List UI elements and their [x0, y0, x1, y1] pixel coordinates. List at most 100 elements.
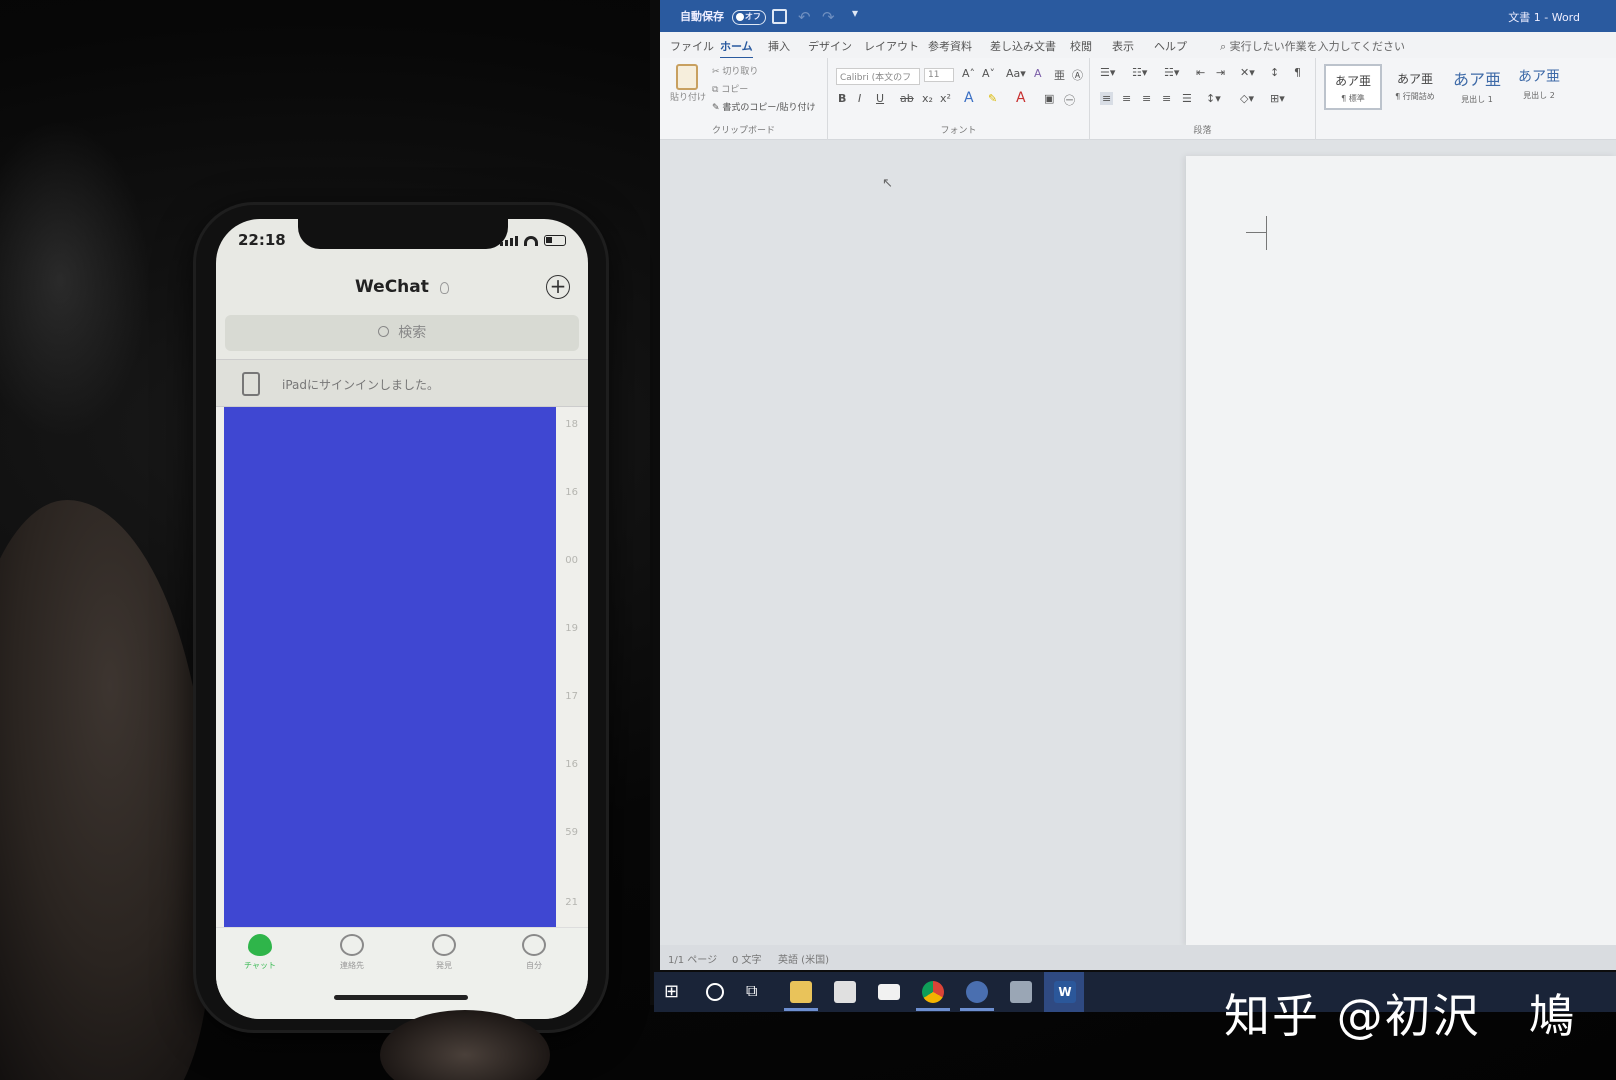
font-color-icon[interactable]: A [1016, 90, 1026, 106]
phonetic-icon[interactable]: 亜 [1054, 67, 1065, 83]
chrome-icon[interactable] [922, 981, 944, 1003]
tab-mailings[interactable]: 差し込み文書 [990, 38, 1056, 54]
align-left-icon[interactable]: ≡ [1100, 92, 1114, 105]
document-page[interactable] [1186, 156, 1616, 946]
redaction-block [224, 407, 556, 927]
underline-icon[interactable]: U [876, 92, 884, 105]
save-icon[interactable] [772, 9, 787, 24]
line-spacing-icon[interactable]: ↕▾ [1206, 92, 1221, 105]
tab-me[interactable]: 自分 [504, 934, 564, 971]
copy-button[interactable]: ⧉ コピー [712, 82, 748, 95]
chat-time: 19 [565, 623, 578, 634]
phone-screen: 22:18 WeChat + 検索 iPadにサインインしました。 18 16 … [216, 219, 588, 1019]
italic-icon[interactable]: I [858, 92, 861, 105]
style-heading-1[interactable]: あア亜 見出し 1 [1448, 64, 1506, 110]
highlight-icon[interactable]: ✎ [988, 92, 997, 105]
distributed-icon[interactable]: ☰ [1182, 92, 1192, 105]
increase-indent-icon[interactable]: ⇥ [1216, 66, 1225, 79]
language-status[interactable]: 英語 (米国) [778, 951, 829, 966]
asian-layout-icon[interactable]: ✕▾ [1240, 66, 1255, 79]
text-cursor [1266, 216, 1267, 250]
format-painter-button[interactable]: ✎ 書式のコピー/貼り付け [712, 100, 815, 113]
page-count[interactable]: 1/1 ページ [668, 951, 717, 966]
windows-start-icon[interactable]: ⊞ [664, 981, 686, 1003]
autosave-toggle[interactable]: 自動保存 オフ [680, 8, 766, 25]
fill-color-icon[interactable]: ◇▾ [1240, 92, 1254, 105]
align-center-icon[interactable]: ≡ [1122, 92, 1131, 105]
chat-time: 21 [565, 897, 578, 908]
multilevel-list-icon[interactable]: ☵▾ [1164, 66, 1179, 79]
search-icon [377, 325, 389, 337]
sort-icon[interactable]: ↕ [1270, 66, 1279, 79]
tab-help[interactable]: ヘルプ [1154, 38, 1187, 54]
redo-icon[interactable]: ↷ [822, 8, 835, 26]
cortana-icon[interactable] [706, 983, 724, 1001]
word-icon[interactable]: W [1054, 981, 1076, 1003]
subscript-icon[interactable]: x₂ [922, 92, 933, 105]
copy-icon: ⧉ [712, 85, 722, 95]
bold-icon[interactable]: B [838, 92, 846, 105]
chrome-running-indicator [916, 1008, 950, 1011]
borders-icon[interactable]: ⊞▾ [1270, 92, 1285, 105]
tab-file[interactable]: ファイル [670, 38, 714, 54]
style-no-spacing[interactable]: あア亜 ¶ 行間詰め [1386, 64, 1444, 110]
grow-font-icon[interactable]: A˄ [962, 67, 975, 80]
font-name-select[interactable]: Calibri (本文のフ [836, 68, 920, 85]
quick-access-more-icon[interactable]: ▾ [852, 6, 858, 20]
style-normal[interactable]: あア亜 ¶ 標準 [1324, 64, 1382, 110]
undo-icon[interactable]: ↶ [798, 8, 811, 26]
decrease-indent-icon[interactable]: ⇤ [1196, 66, 1205, 79]
file-explorer-icon[interactable] [790, 981, 812, 1003]
tab-discover[interactable]: 発見 [414, 934, 474, 971]
change-case-icon[interactable]: Aa▾ [1006, 67, 1026, 80]
shrink-font-icon[interactable]: A˅ [982, 67, 995, 80]
font-size-select[interactable]: 11 [924, 68, 954, 82]
strikethrough-icon[interactable]: ab [900, 92, 914, 105]
document-canvas[interactable]: ↖ [660, 140, 1616, 946]
superscript-icon[interactable]: x² [940, 92, 951, 105]
enclose-char-icon[interactable]: ㊀ [1064, 92, 1075, 108]
tab-contacts[interactable]: 連絡先 [322, 934, 382, 971]
tab-references[interactable]: 参考資料 [928, 38, 972, 54]
tab-view[interactable]: 表示 [1112, 38, 1134, 54]
word-count[interactable]: 0 文字 [732, 951, 762, 966]
numbering-icon[interactable]: ☷▾ [1132, 66, 1147, 79]
store-icon[interactable] [834, 981, 856, 1003]
justify-icon[interactable]: ≡ [1162, 92, 1171, 105]
ipad-login-notice[interactable]: iPadにサインインしました。 [216, 359, 588, 407]
scissors-icon: ✂ [712, 67, 723, 77]
char-border-icon[interactable]: Ⓐ [1072, 67, 1083, 83]
battery-icon [544, 235, 566, 246]
show-marks-icon[interactable]: ¶ [1294, 66, 1301, 79]
mail-icon[interactable] [878, 984, 900, 1000]
clear-format-icon[interactable]: A [1034, 67, 1042, 80]
task-view-icon[interactable]: ⧉ [746, 981, 768, 1003]
tab-layout[interactable]: レイアウト [864, 38, 919, 54]
text-effects-icon[interactable]: A [964, 90, 974, 106]
tab-insert[interactable]: 挿入 [768, 38, 790, 54]
style-heading-2[interactable]: あア亜 見出し 2 [1510, 64, 1568, 110]
home-indicator[interactable] [334, 995, 468, 1000]
tab-design[interactable]: デザイン [808, 38, 852, 54]
tab-chats[interactable]: チャット [230, 934, 290, 971]
tab-review[interactable]: 校閲 [1070, 38, 1092, 54]
paste-icon[interactable] [676, 64, 698, 90]
autosave-switch[interactable]: オフ [731, 9, 766, 25]
bullets-icon[interactable]: ☰▾ [1100, 66, 1115, 79]
align-right-icon[interactable]: ≡ [1142, 92, 1151, 105]
search-input[interactable]: 検索 [225, 315, 579, 351]
app-icon[interactable] [1010, 981, 1032, 1003]
search-icon: ⌕ [1220, 40, 1230, 53]
shading-icon[interactable]: ▣ [1044, 92, 1054, 105]
ribbon-tabs: ファイル ホーム 挿入 デザイン レイアウト 参考資料 差し込み文書 校閲 表示… [660, 32, 1616, 59]
chat-time: 18 [565, 419, 578, 430]
font-group-label: フォント [940, 126, 977, 136]
tab-home[interactable]: ホーム [720, 38, 753, 59]
browser-icon[interactable] [966, 981, 988, 1003]
add-icon[interactable]: + [546, 275, 570, 299]
paste-label[interactable]: 貼り付け [670, 90, 706, 103]
chat-icon [248, 934, 272, 956]
cut-button[interactable]: ✂ 切り取り [712, 64, 758, 77]
tell-me-search[interactable]: ⌕ 実行したい作業を入力してください [1220, 38, 1405, 54]
me-icon [522, 934, 546, 956]
